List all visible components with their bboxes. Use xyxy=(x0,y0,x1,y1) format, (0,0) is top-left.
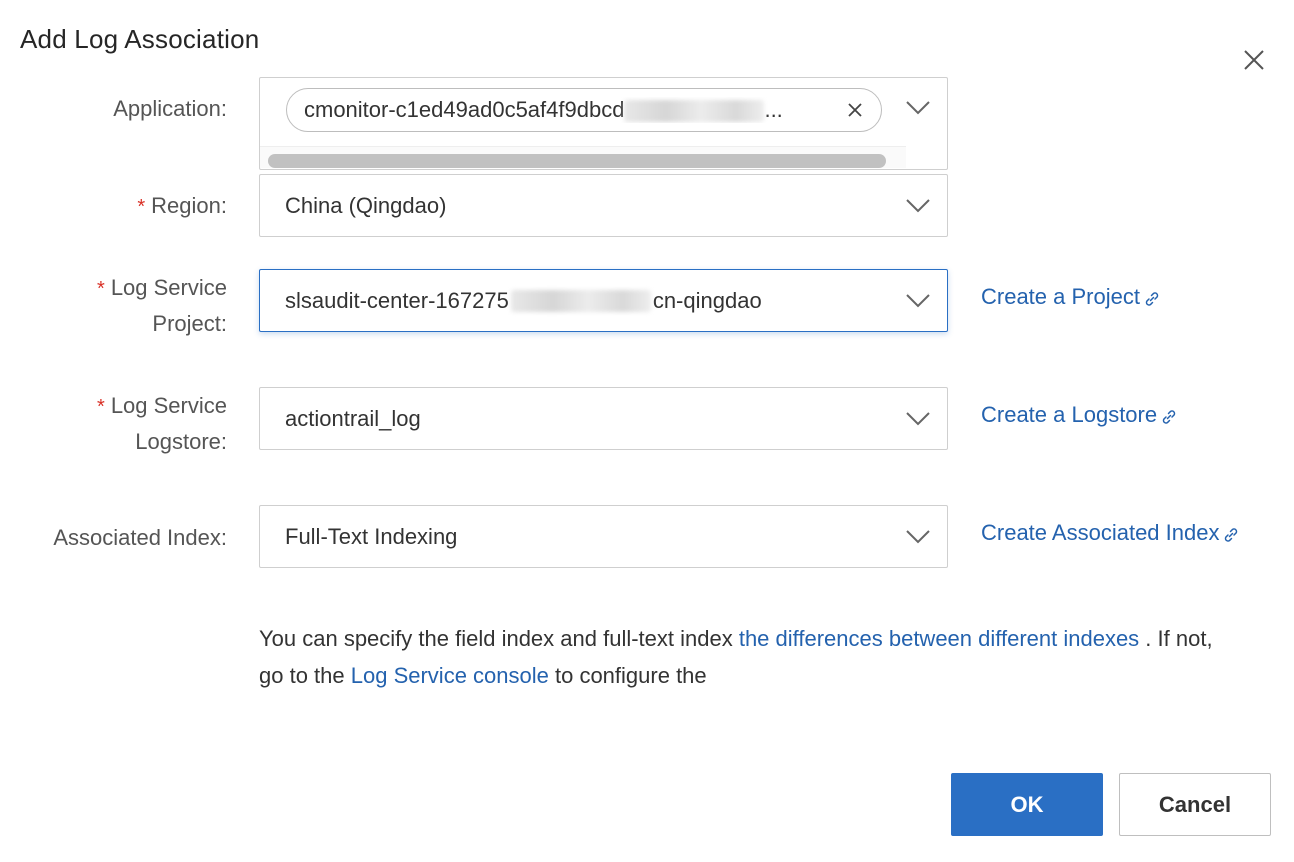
logstore-label: * Log Service xyxy=(97,388,227,425)
create-logstore-link-text: Create a Logstore xyxy=(981,402,1158,427)
region-label-text: Region: xyxy=(151,193,227,218)
help-text: You can specify the field index and full… xyxy=(259,620,1219,694)
create-logstore-link[interactable]: Create a Logstore xyxy=(981,402,1178,428)
chevron-down-icon xyxy=(906,101,930,115)
help-text-part3: to configure the xyxy=(548,663,707,688)
application-label: Application: xyxy=(113,96,227,121)
required-marker: * xyxy=(97,278,105,300)
help-text-part1: You can specify the field index and full… xyxy=(259,626,739,651)
index-select[interactable]: Full-Text Indexing xyxy=(259,505,948,568)
project-label-line2: Project: xyxy=(152,311,227,336)
application-tag: cmonitor-c1ed49ad0c5af4f9dbcd... xyxy=(286,88,882,132)
close-button[interactable] xyxy=(1238,44,1270,76)
index-differences-link[interactable]: the differences between different indexe… xyxy=(739,626,1139,651)
chevron-down-icon xyxy=(906,529,930,543)
create-project-link[interactable]: Create a Project xyxy=(981,284,1161,310)
logstore-value: actiontrail_log xyxy=(285,405,421,431)
application-tag-ellipsis: ... xyxy=(764,97,783,122)
ok-button[interactable]: OK xyxy=(951,773,1103,836)
region-select[interactable]: China (Qingdao) xyxy=(259,174,948,237)
close-icon xyxy=(1244,50,1264,70)
chevron-down-icon xyxy=(906,198,930,212)
logstore-label-line1: Log Service xyxy=(110,393,227,418)
index-value: Full-Text Indexing xyxy=(285,523,458,549)
application-select[interactable]: cmonitor-c1ed49ad0c5af4f9dbcd... xyxy=(259,77,948,170)
dialog-title: Add Log Association xyxy=(20,24,260,54)
project-label: * Log Service xyxy=(97,270,227,307)
project-value-suffix: cn-qingdao xyxy=(652,287,762,313)
required-marker: * xyxy=(137,196,146,218)
external-link-icon xyxy=(1225,528,1238,542)
index-label: Associated Index: xyxy=(53,525,227,550)
tag-remove-button[interactable] xyxy=(843,98,867,122)
redacted-blur xyxy=(624,100,765,123)
create-project-link-text: Create a Project xyxy=(981,284,1140,309)
close-icon xyxy=(848,103,862,117)
logstore-label-line2: Logstore: xyxy=(135,429,227,454)
create-index-link[interactable]: Create Associated Index xyxy=(981,520,1240,546)
region-label: * Region: xyxy=(137,188,227,225)
logstore-select[interactable]: actiontrail_log xyxy=(259,387,948,450)
external-link-icon xyxy=(1145,292,1159,306)
horizontal-scrollbar[interactable] xyxy=(260,146,906,168)
project-label-line1: Log Service xyxy=(110,275,227,300)
external-link-icon xyxy=(1162,410,1176,424)
project-value-prefix: slsaudit-center-167275 xyxy=(285,287,509,313)
log-service-console-link[interactable]: Log Service console xyxy=(351,663,549,688)
application-tag-text: cmonitor-c1ed49ad0c5af4f9dbcd xyxy=(304,97,625,122)
redacted-blur xyxy=(510,289,651,312)
cancel-button[interactable]: Cancel xyxy=(1119,773,1271,836)
create-index-link-text: Create Associated Index xyxy=(981,520,1220,545)
chevron-down-icon xyxy=(906,411,930,425)
region-value: China (Qingdao) xyxy=(285,192,447,218)
required-marker: * xyxy=(97,396,105,418)
scrollbar-thumb[interactable] xyxy=(268,154,886,168)
project-select[interactable]: slsaudit-center-167275 cn-qingdao xyxy=(259,269,948,332)
chevron-down-icon xyxy=(906,293,930,307)
